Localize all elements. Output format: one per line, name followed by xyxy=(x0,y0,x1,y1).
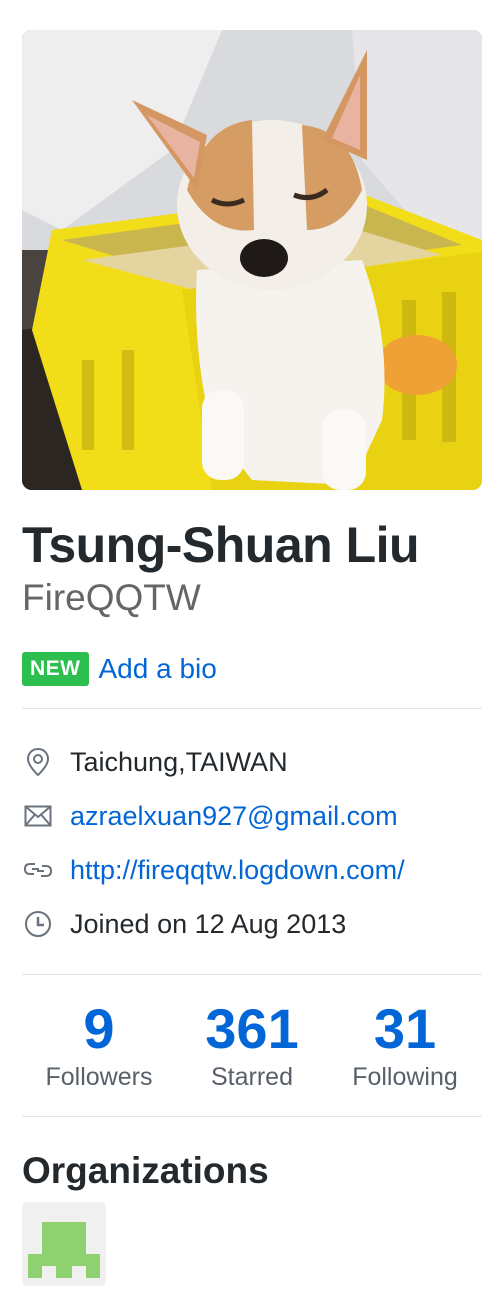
location-pin-icon xyxy=(22,746,54,778)
detail-email: azraelxuan927@gmail.com xyxy=(22,796,398,836)
organizations-heading: Organizations xyxy=(22,1150,269,1191)
organization-avatar[interactable] xyxy=(22,1202,106,1286)
website-link[interactable]: http://fireqqtw.logdown.com/ xyxy=(70,855,405,886)
profile-fullname: Tsung-Shuan Liu xyxy=(22,517,420,573)
stat-label: Starred xyxy=(211,1063,293,1091)
clock-icon xyxy=(22,908,54,940)
detail-website: http://fireqqtw.logdown.com/ xyxy=(22,850,405,890)
divider xyxy=(22,708,482,709)
profile-stats: 9 Followers 361 Starred 31 Following xyxy=(22,996,482,1096)
joined-text: Joined on 12 Aug 2013 xyxy=(70,908,347,939)
stat-value: 9 xyxy=(83,997,115,1060)
divider xyxy=(22,1116,482,1117)
profile-avatar[interactable] xyxy=(22,30,482,490)
bio-row: NEW Add a bio xyxy=(22,650,217,688)
stat-value: 31 xyxy=(373,997,437,1060)
detail-location: Taichung,TAIWAN xyxy=(22,742,288,782)
stat-following[interactable]: 31 Following xyxy=(328,996,482,1092)
divider xyxy=(22,974,482,975)
email-link[interactable]: azraelxuan927@gmail.com xyxy=(70,801,398,832)
detail-joined: Joined on 12 Aug 2013 xyxy=(22,904,346,944)
avatar-photo xyxy=(22,30,482,490)
link-icon xyxy=(22,854,54,886)
stat-label: Following xyxy=(352,1063,458,1091)
location-text: Taichung,TAIWAN xyxy=(70,746,288,777)
identicon-image xyxy=(22,1202,106,1286)
stat-followers[interactable]: 9 Followers xyxy=(22,996,176,1092)
add-bio-link[interactable]: Add a bio xyxy=(99,653,217,685)
profile-username: FireQQTW xyxy=(22,577,201,618)
stat-starred[interactable]: 361 Starred xyxy=(175,996,329,1092)
mail-icon xyxy=(22,800,54,832)
stat-value: 361 xyxy=(205,997,299,1060)
stat-label: Followers xyxy=(45,1063,153,1091)
new-badge: NEW xyxy=(22,652,89,686)
